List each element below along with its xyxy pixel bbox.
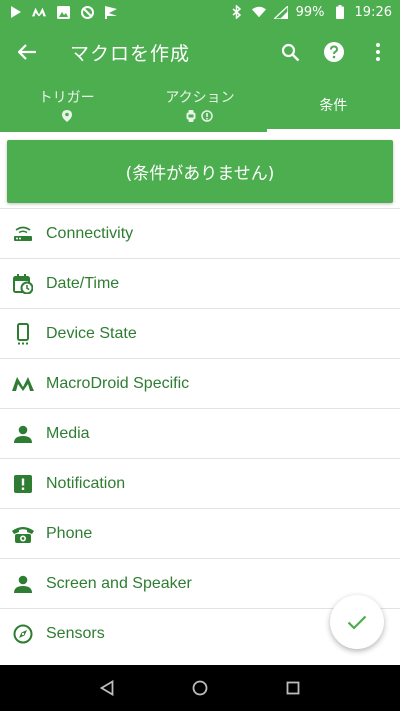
list-item-label: Screen and Speaker xyxy=(46,574,192,592)
person-icon xyxy=(0,575,46,593)
signal-icon xyxy=(273,5,288,19)
tab-label: トリガー xyxy=(38,90,95,106)
wifi-icon xyxy=(251,5,266,19)
tab-triggers[interactable]: トリガー xyxy=(0,80,133,132)
flag-icon xyxy=(104,5,118,19)
gallery-icon xyxy=(56,5,70,19)
list-item-connectivity[interactable]: Connectivity xyxy=(0,208,400,258)
watch-icon xyxy=(186,110,196,122)
list-item-label: Notification xyxy=(46,474,126,492)
help-icon xyxy=(324,42,344,62)
list-item-media[interactable]: Media xyxy=(0,408,400,458)
macrodroid-status-icon xyxy=(32,5,46,19)
help-button[interactable] xyxy=(312,24,356,80)
circle-home-icon xyxy=(192,680,208,696)
nav-back-button[interactable] xyxy=(87,668,127,708)
back-button[interactable] xyxy=(0,24,54,80)
alert-circle-icon xyxy=(201,110,214,122)
tab-label: アクション xyxy=(165,90,235,106)
bluetooth-icon xyxy=(230,5,244,19)
list-item-phone[interactable]: Phone xyxy=(0,508,400,558)
condition-category-list: Connectivity Date/Time Device State Macr… xyxy=(0,208,400,658)
phone-device-icon xyxy=(0,322,46,345)
list-item-label: Date/Time xyxy=(46,274,120,292)
clock: 19:26 xyxy=(354,4,392,20)
list-item-label: MacroDroid Specific xyxy=(46,374,190,392)
list-item-device-state[interactable]: Device State xyxy=(0,308,400,358)
tab-label: 条件 xyxy=(319,98,348,114)
battery-icon xyxy=(333,5,347,19)
person-icon xyxy=(0,425,46,443)
nav-recents-button[interactable] xyxy=(273,668,313,708)
calendar-clock-icon xyxy=(0,273,46,294)
list-item-label: Phone xyxy=(46,524,93,542)
no-conditions-banner[interactable]: (条件がありません) xyxy=(7,140,393,203)
list-item-label: Sensors xyxy=(46,624,105,642)
router-icon xyxy=(0,226,46,242)
notification-alert-icon xyxy=(0,474,46,493)
list-item-macrodroid-specific[interactable]: MacroDroid Specific xyxy=(0,358,400,408)
battery-percent: 99% xyxy=(295,4,325,20)
tab-conditions[interactable]: 条件 xyxy=(266,80,400,132)
triangle-back-icon xyxy=(99,680,114,696)
page-title: マクロを作成 xyxy=(70,42,191,65)
compass-icon xyxy=(0,624,46,644)
status-bar: 99% 19:26 xyxy=(0,0,400,24)
nav-home-button[interactable] xyxy=(180,668,220,708)
location-trigger-icon xyxy=(61,110,72,122)
tab-bar: トリガー アクション 条件 xyxy=(0,80,400,132)
do-not-disturb-icon xyxy=(80,5,94,19)
tab-actions[interactable]: アクション xyxy=(133,80,266,132)
play-store-icon xyxy=(8,5,22,19)
overflow-menu-button[interactable] xyxy=(356,24,400,80)
confirm-fab[interactable] xyxy=(330,595,384,649)
check-icon xyxy=(347,615,367,630)
more-vert-icon xyxy=(376,43,380,61)
list-item-label: Connectivity xyxy=(46,224,134,242)
arrow-back-icon xyxy=(18,44,36,60)
app-toolbar: マクロを作成 xyxy=(0,24,400,80)
list-item-label: Media xyxy=(46,424,90,442)
system-nav-bar xyxy=(0,665,400,711)
search-icon xyxy=(281,43,299,61)
list-item-date-time[interactable]: Date/Time xyxy=(0,258,400,308)
search-button[interactable] xyxy=(268,24,312,80)
macrodroid-logo-icon xyxy=(0,376,46,391)
square-recents-icon xyxy=(286,681,300,695)
list-item-label: Device State xyxy=(46,324,137,342)
telephone-icon xyxy=(0,525,46,543)
list-item-notification[interactable]: Notification xyxy=(0,458,400,508)
